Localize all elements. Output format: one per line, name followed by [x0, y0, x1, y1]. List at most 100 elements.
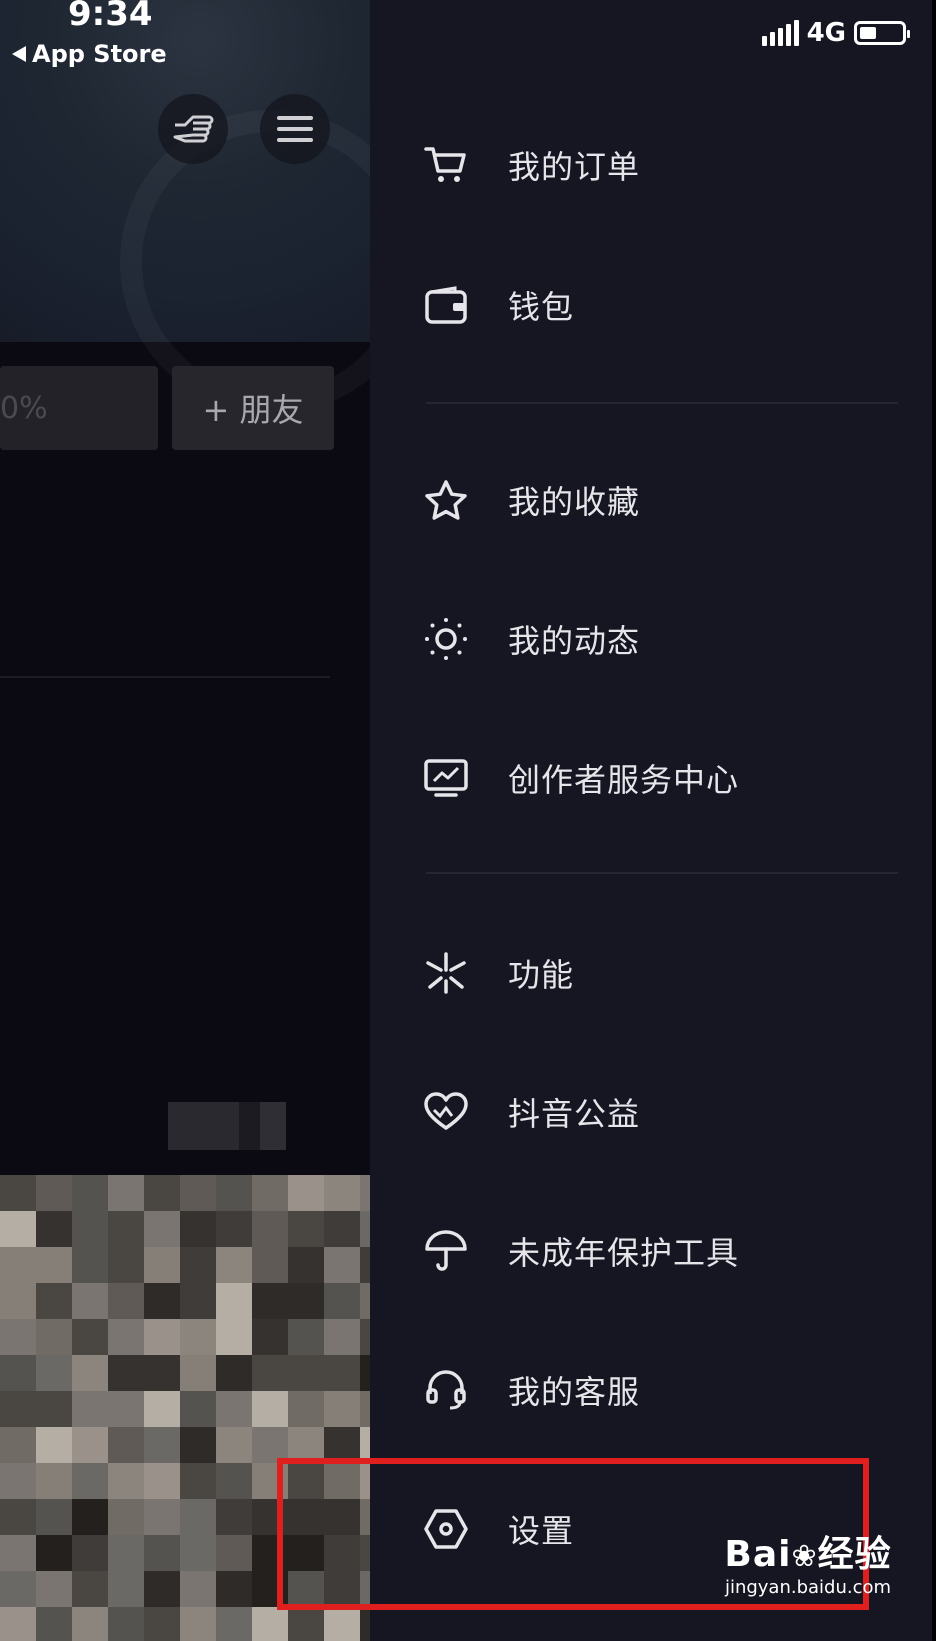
back-to-app-store[interactable]: App Store — [12, 40, 167, 68]
umbrella-icon — [424, 1229, 468, 1273]
photo-pixel — [0, 1535, 36, 1571]
profile-stat-box[interactable]: 0% — [0, 366, 158, 450]
watermark-url: jingyan.baidu.com — [724, 1577, 892, 1598]
photo-pixel — [180, 1463, 216, 1499]
photo-pixel — [144, 1535, 180, 1571]
photo-pixel — [0, 1175, 36, 1211]
photo-pixel — [108, 1463, 144, 1499]
menu-item-favorites[interactable]: 我的收藏 — [370, 455, 890, 545]
photo-pixel — [216, 1499, 252, 1535]
photo-pixel — [144, 1427, 180, 1463]
menu-item-minor-protection[interactable]: 未成年保护工具 — [370, 1206, 890, 1296]
photo-pixel — [108, 1571, 144, 1607]
photo-pixel — [144, 1247, 180, 1283]
photo-pixel — [36, 1607, 72, 1641]
photo-pixel — [324, 1607, 360, 1641]
photo-pixel — [324, 1211, 360, 1247]
photo-pixel — [252, 1607, 288, 1641]
photo-pixel — [36, 1175, 72, 1211]
photo-pixel — [108, 1535, 144, 1571]
status-time: 9:34 — [68, 0, 153, 34]
photo-pixel — [324, 1391, 360, 1427]
photo-pixel — [252, 1175, 288, 1211]
photo-pixel — [36, 1283, 72, 1319]
back-label: App Store — [32, 40, 167, 68]
photo-pixel — [72, 1571, 108, 1607]
photo-pixel — [360, 1355, 370, 1391]
network-type: 4G — [806, 18, 846, 48]
photo-pixel — [36, 1499, 72, 1535]
photo-pixel — [180, 1247, 216, 1283]
profile-page-background: 9:34 App Store 0% + 朋友 — [0, 0, 370, 1641]
photo-pixel — [180, 1319, 216, 1355]
photo-pixel — [0, 1283, 36, 1319]
photo-pixel — [72, 1211, 108, 1247]
photo-pixel — [72, 1427, 108, 1463]
photo-pixel — [36, 1319, 72, 1355]
photo-pixel — [180, 1391, 216, 1427]
photo-pixel — [360, 1319, 370, 1355]
screenshot-frame: 9:34 App Store 0% + 朋友 4G 我的订单 钱包 我的收藏 我… — [0, 0, 936, 1641]
photo-pixel — [180, 1211, 216, 1247]
menu-item-customer-service[interactable]: 我的客服 — [370, 1345, 890, 1435]
photo-pixel — [288, 1283, 324, 1319]
screen-edge — [932, 0, 936, 1641]
photo-pixel — [36, 1535, 72, 1571]
photo-pixel — [252, 1247, 288, 1283]
menu-button[interactable] — [260, 94, 330, 164]
menu-item-features[interactable]: 功能 — [370, 928, 890, 1018]
watermark-brand: Bai❀经验 — [718, 1535, 898, 1577]
photo-pixel — [216, 1607, 252, 1641]
photo-pixel — [144, 1283, 180, 1319]
hand-pointer-button[interactable] — [158, 94, 228, 164]
photo-pixel — [72, 1283, 108, 1319]
photo-pixel — [216, 1571, 252, 1607]
menu-item-activity[interactable]: 我的动态 — [370, 594, 890, 684]
profile-stat-text: 0% — [0, 390, 48, 426]
photo-pixel — [324, 1355, 360, 1391]
photo-pixel — [0, 1247, 36, 1283]
photo-pixel — [324, 1247, 360, 1283]
menu-item-creator-center[interactable]: 创作者服务中心 — [370, 733, 890, 823]
photo-pixel — [216, 1535, 252, 1571]
photo-pixel — [108, 1499, 144, 1535]
star-icon — [424, 478, 468, 522]
photo-pixel — [36, 1463, 72, 1499]
status-indicators: 4G — [761, 18, 910, 48]
photo-pixel — [72, 1463, 108, 1499]
menu-item-orders[interactable]: 我的订单 — [370, 120, 890, 210]
photo-pixel — [0, 1391, 36, 1427]
menu-item-charity[interactable]: 抖音公益 — [370, 1067, 890, 1157]
photo-pixel — [288, 1319, 324, 1355]
sun-icon — [424, 617, 468, 661]
photo-pixel — [180, 1499, 216, 1535]
photo-pixel — [144, 1607, 180, 1641]
photo-pixel — [144, 1499, 180, 1535]
photo-pixel — [288, 1355, 324, 1391]
photo-pixel — [108, 1427, 144, 1463]
add-friend-label: + 朋友 — [202, 391, 304, 429]
menu-item-label: 我的订单 — [508, 148, 641, 186]
photo-pixel — [180, 1175, 216, 1211]
photo-pixel — [180, 1427, 216, 1463]
photo-pixel — [216, 1247, 252, 1283]
photo-pixel — [360, 1391, 370, 1427]
photo-pixel — [252, 1211, 288, 1247]
photo-pixel — [216, 1463, 252, 1499]
add-friend-button[interactable]: + 朋友 — [172, 366, 334, 450]
photo-pixel — [108, 1391, 144, 1427]
photo-pixel — [180, 1535, 216, 1571]
photo-pixel — [108, 1607, 144, 1641]
photo-pixel — [36, 1391, 72, 1427]
menu-divider — [426, 402, 898, 404]
photo-pixel — [72, 1175, 108, 1211]
photo-pixel — [72, 1535, 108, 1571]
photo-pixel — [288, 1175, 324, 1211]
menu-item-wallet[interactable]: 钱包 — [370, 260, 890, 350]
photo-pixel — [216, 1283, 252, 1319]
headset-icon — [424, 1368, 468, 1412]
heart-icon — [424, 1090, 468, 1134]
photo-pixel — [180, 1607, 216, 1641]
photo-pixel — [108, 1319, 144, 1355]
side-drawer: 4G 我的订单 钱包 我的收藏 我的动态 创作者服务中心 功能 抖音公益 未成年… — [370, 0, 936, 1641]
